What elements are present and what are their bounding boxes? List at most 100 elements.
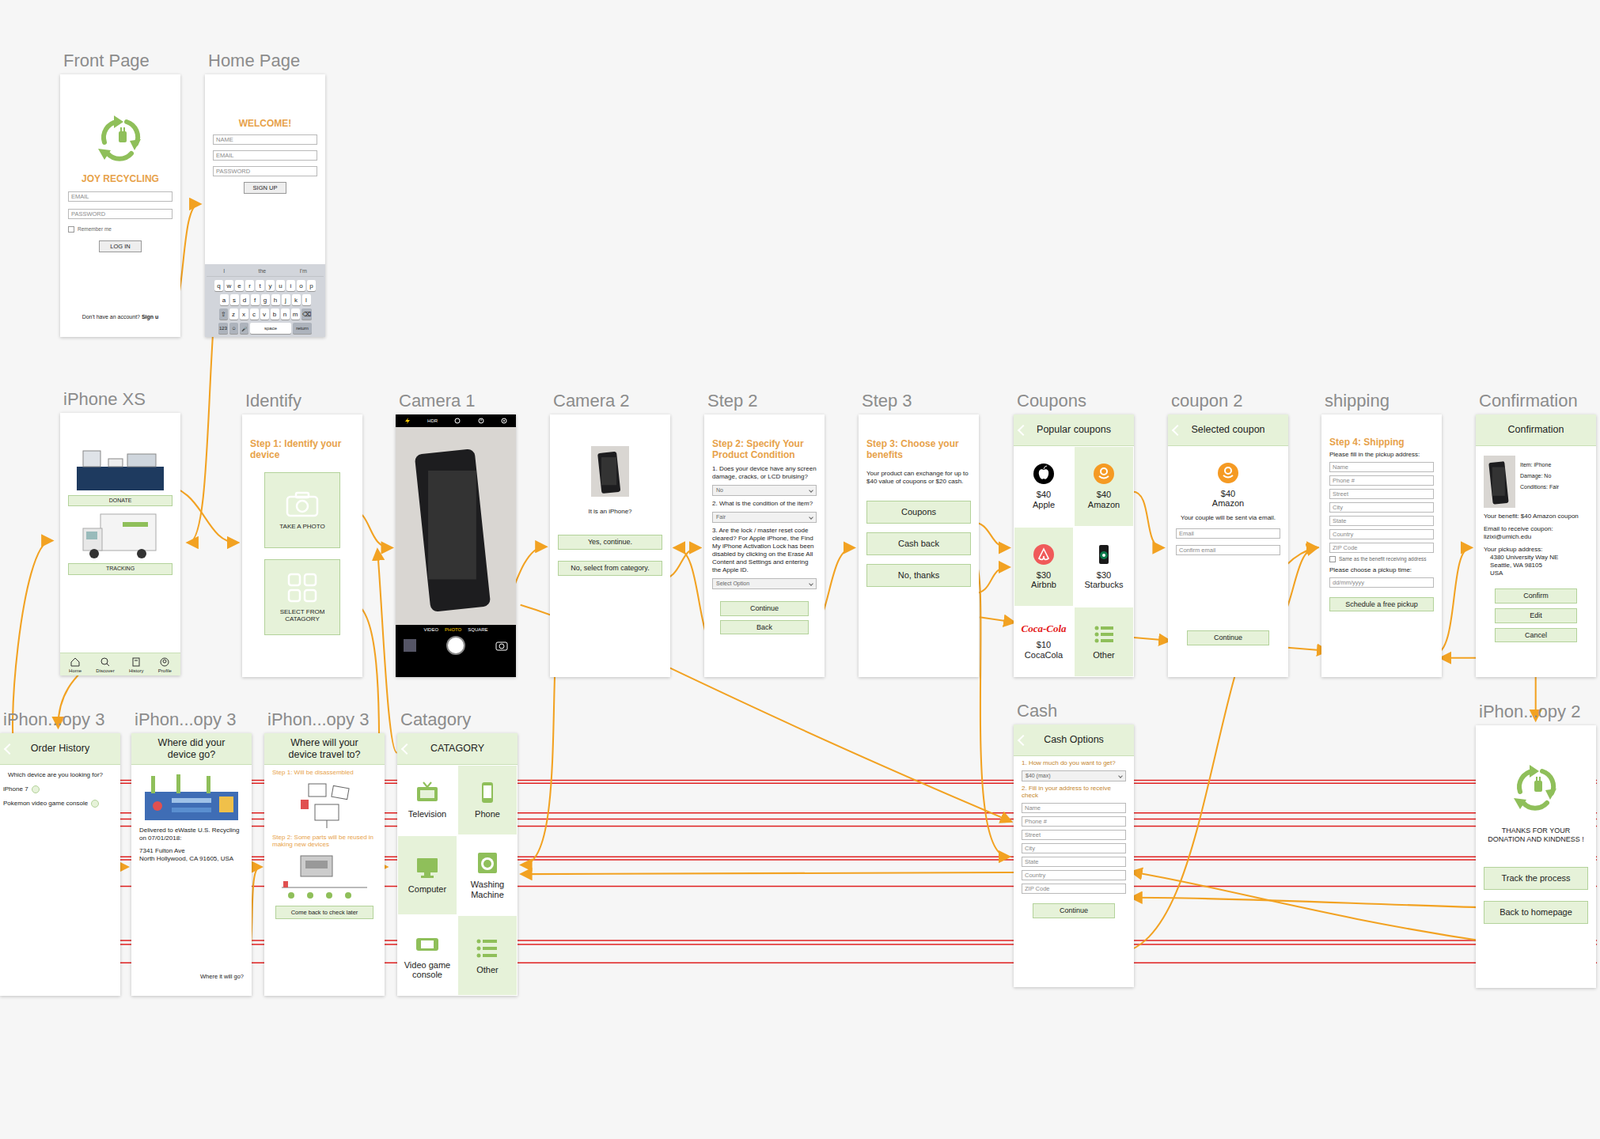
dropdown[interactable]: Select Option xyxy=(712,578,817,590)
text-input[interactable] xyxy=(1021,843,1127,854)
key[interactable]: 🎤 xyxy=(239,322,249,334)
coupon-card[interactable]: $30Starbucks xyxy=(1073,527,1134,608)
key[interactable]: k xyxy=(291,294,301,306)
coupon-card[interactable]: $40Apple xyxy=(1013,446,1074,528)
key[interactable]: i xyxy=(286,280,296,292)
text-input[interactable] xyxy=(1021,816,1127,827)
button[interactable]: Schedule a free pickup xyxy=(1329,597,1434,613)
tab-item[interactable]: History xyxy=(128,656,145,674)
key[interactable]: l xyxy=(302,294,311,306)
button[interactable]: Continue xyxy=(1186,630,1270,646)
text-input[interactable] xyxy=(212,134,318,145)
button[interactable]: Come back to check later xyxy=(275,906,374,920)
key[interactable]: z xyxy=(229,308,239,320)
text-input[interactable] xyxy=(1021,870,1127,881)
shutter-button-icon[interactable] xyxy=(446,636,466,656)
radio-row[interactable]: iPhone 7 xyxy=(3,785,118,794)
button[interactable]: TRACKING xyxy=(68,563,173,575)
category-card[interactable]: Television xyxy=(397,765,458,836)
back-chevron-icon[interactable] xyxy=(1171,424,1183,436)
text-input[interactable] xyxy=(1329,489,1434,500)
key[interactable]: y xyxy=(265,280,275,292)
text-input[interactable] xyxy=(1021,856,1127,868)
button[interactable]: Continue xyxy=(1032,903,1115,919)
button[interactable]: Coupons xyxy=(866,500,971,524)
coupon-card[interactable]: $40Amazon xyxy=(1073,446,1134,528)
key[interactable]: f xyxy=(250,294,260,306)
hdr-label[interactable]: HDR xyxy=(427,418,438,424)
key[interactable]: t xyxy=(255,280,265,292)
dropdown[interactable]: No xyxy=(712,485,817,497)
button[interactable]: No, thanks xyxy=(866,564,971,588)
category-card[interactable]: Video game console xyxy=(397,915,458,997)
camera-mode[interactable]: PHOTO xyxy=(444,627,462,633)
button[interactable]: Cancel xyxy=(1494,628,1578,644)
checkbox-row[interactable]: Same as the benefit receiving address xyxy=(1329,556,1434,563)
key[interactable]: v xyxy=(260,308,270,320)
coupon-card[interactable]: Coca-Cola$10CocaCola xyxy=(1013,606,1074,678)
text-input[interactable] xyxy=(1329,529,1434,540)
key[interactable]: return xyxy=(292,322,312,334)
text-input[interactable] xyxy=(1329,502,1434,513)
text-input[interactable] xyxy=(212,150,318,161)
key[interactable]: s xyxy=(230,294,239,306)
key[interactable]: c xyxy=(250,308,259,320)
key[interactable]: ☺ xyxy=(229,322,239,334)
text-input[interactable] xyxy=(1329,475,1434,486)
key[interactable]: j xyxy=(281,294,291,306)
suggestion[interactable]: the xyxy=(258,268,267,274)
key[interactable]: space xyxy=(250,322,292,334)
button[interactable]: Track the process xyxy=(1483,867,1589,891)
camera-mode[interactable]: VIDEO xyxy=(423,627,439,633)
checkbox[interactable] xyxy=(1329,556,1336,563)
text-input[interactable] xyxy=(68,191,173,202)
back-chevron-icon[interactable] xyxy=(1017,424,1029,436)
key[interactable]: ⇧ xyxy=(219,308,228,320)
text-input[interactable] xyxy=(1175,545,1281,556)
button[interactable]: Back xyxy=(720,620,809,636)
text-input[interactable] xyxy=(1329,515,1434,527)
option-tile[interactable]: TAKE A PHOTO xyxy=(264,472,341,549)
button[interactable]: Yes, continue. xyxy=(557,534,663,550)
radio-row[interactable]: Pokemon video game console xyxy=(3,800,118,808)
back-chevron-icon[interactable] xyxy=(3,743,16,755)
key[interactable]: ⌫ xyxy=(301,308,312,320)
text-input[interactable] xyxy=(68,208,173,220)
tab-item[interactable]: Home xyxy=(68,656,82,674)
button[interactable]: Back to homepage xyxy=(1483,901,1589,925)
radio-button[interactable] xyxy=(90,800,99,808)
key[interactable]: u xyxy=(276,280,285,292)
text-input[interactable] xyxy=(1175,528,1281,539)
key[interactable]: p xyxy=(307,280,316,292)
text-input[interactable] xyxy=(1021,883,1127,895)
dropdown[interactable]: Fair xyxy=(712,511,817,524)
button[interactable]: No, select from category. xyxy=(557,561,663,577)
button[interactable]: SIGN UP xyxy=(243,181,287,194)
link[interactable]: Where it will go? xyxy=(139,973,244,981)
key[interactable]: q xyxy=(214,280,224,292)
key[interactable]: b xyxy=(270,308,280,320)
key[interactable]: 123 xyxy=(218,322,228,334)
radio-button[interactable] xyxy=(31,785,40,794)
button[interactable]: Confirm xyxy=(1494,588,1578,604)
category-card[interactable]: Phone xyxy=(457,765,518,836)
suggestion[interactable]: I'm xyxy=(299,268,308,274)
back-chevron-icon[interactable] xyxy=(1017,734,1029,746)
category-card[interactable]: Other xyxy=(457,915,518,997)
button[interactable]: DONATE xyxy=(68,495,173,507)
back-chevron-icon[interactable] xyxy=(401,743,413,755)
key[interactable]: r xyxy=(245,280,255,292)
key[interactable]: e xyxy=(235,280,244,292)
key[interactable]: x xyxy=(239,308,249,320)
dropdown[interactable]: $40 (max) xyxy=(1021,770,1127,782)
coupon-card[interactable]: $30Airbnb xyxy=(1013,527,1074,608)
text-input[interactable] xyxy=(1021,803,1127,814)
camera-mode[interactable]: SQUARE xyxy=(467,627,488,633)
key[interactable]: g xyxy=(261,294,270,306)
signup-link[interactable]: Sign u xyxy=(141,314,159,320)
text-input[interactable] xyxy=(1329,542,1434,554)
button[interactable]: Continue xyxy=(720,601,809,617)
checkbox-row[interactable]: Remember me xyxy=(68,226,173,233)
category-card[interactable]: Washing Machine xyxy=(457,835,518,917)
tab-item[interactable]: Discover xyxy=(95,656,114,674)
